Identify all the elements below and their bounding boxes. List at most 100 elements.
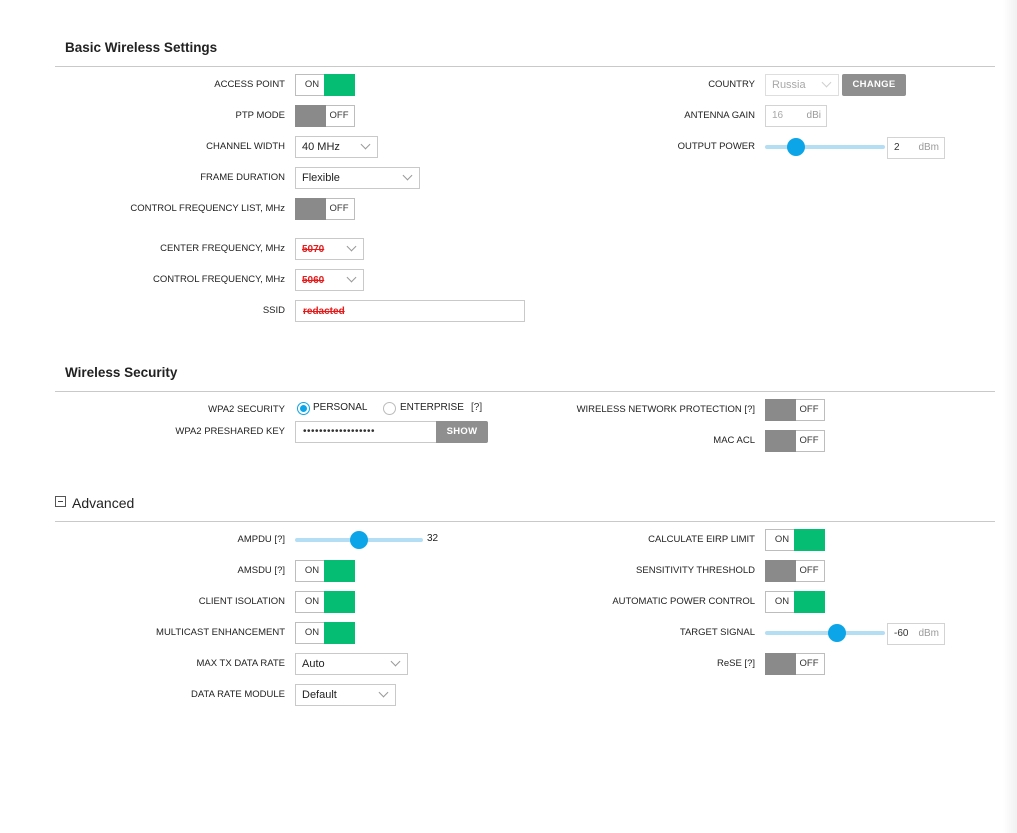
toggle-knob: [765, 653, 796, 675]
wnp-label: WIRELESS NETWORK PROTECTION [?]: [576, 404, 755, 415]
antenna-gain-label: ANTENNA GAIN: [684, 110, 755, 121]
advanced-divider: [55, 521, 995, 522]
collapse-minus-icon[interactable]: [55, 496, 66, 507]
security-divider: [55, 391, 995, 392]
slider-thumb[interactable]: [787, 138, 806, 156]
target-signal-slider[interactable]: [765, 623, 885, 643]
output-power-slider[interactable]: [765, 137, 885, 157]
personal-radio[interactable]: [297, 402, 310, 415]
control-freq-list-toggle[interactable]: OFF: [295, 198, 355, 220]
toggle-knob: [295, 198, 326, 220]
toggle-state-text: ON: [304, 627, 320, 638]
toggle-state-text: OFF: [799, 435, 819, 446]
toggle-knob: [765, 560, 796, 582]
antenna-gain-input: 16 dBi: [765, 105, 827, 127]
center-frequency-label: CENTER FREQUENCY, MHz: [160, 243, 285, 254]
chevron-down-icon: [346, 272, 357, 283]
max-tx-select[interactable]: Auto: [295, 653, 408, 675]
output-power-label: OUTPUT POWER: [677, 141, 755, 152]
ampdu-slider[interactable]: [295, 530, 423, 550]
mac-acl-label: MAC ACL: [713, 435, 755, 446]
enterprise-radio[interactable]: [383, 402, 396, 415]
output-power-unit: dBm: [918, 142, 939, 153]
frame-duration-value: Flexible: [302, 172, 340, 184]
multicast-toggle[interactable]: ON: [295, 622, 355, 644]
wpa2-psk-input[interactable]: ••••••••••••••••••: [295, 421, 437, 443]
apc-label: AUTOMATIC POWER CONTROL: [612, 596, 755, 607]
target-signal-value: -60: [894, 628, 909, 639]
access-point-toggle[interactable]: ON: [295, 74, 355, 96]
ssid-value: redacted: [303, 306, 345, 317]
chevron-down-icon: [402, 170, 413, 181]
multicast-label: MULTICAST ENHANCEMENT: [156, 627, 285, 638]
center-frequency-value: 5070: [302, 244, 325, 255]
target-signal-input[interactable]: -60 dBm: [887, 623, 945, 645]
toggle-knob: [295, 105, 326, 127]
output-power-input[interactable]: 2 dBm: [887, 137, 945, 159]
rese-toggle[interactable]: OFF: [765, 653, 825, 675]
control-frequency-label: CONTROL FREQUENCY, MHz: [153, 274, 285, 285]
country-change-button[interactable]: CHANGE: [842, 74, 906, 96]
right-edge-shadow: [1003, 0, 1017, 833]
chevron-down-icon: [390, 656, 401, 667]
country-label: COUNTRY: [708, 79, 755, 90]
slider-thumb[interactable]: [828, 624, 846, 642]
advanced-title[interactable]: Advanced: [72, 495, 134, 511]
slider-thumb[interactable]: [350, 531, 368, 549]
ptp-mode-label: PTP MODE: [235, 110, 285, 121]
max-tx-label: MAX TX DATA RATE: [196, 658, 285, 669]
toggle-state-text: ON: [774, 596, 790, 607]
antenna-gain-unit: dBi: [806, 110, 821, 121]
toggle-state-text: OFF: [799, 404, 819, 415]
toggle-knob: [794, 529, 825, 551]
wpa2-security-label: WPA2 SECURITY: [208, 404, 285, 415]
channel-width-label: CHANNEL WIDTH: [206, 141, 285, 152]
wpa2-psk-label: WPA2 PRESHARED KEY: [175, 426, 285, 437]
channel-width-select[interactable]: 40 MHz: [295, 136, 378, 158]
wireless-security-title: Wireless Security: [65, 365, 178, 380]
ampdu-label: AMPDU [?]: [237, 534, 285, 545]
mac-acl-toggle[interactable]: OFF: [765, 430, 825, 452]
ptp-mode-toggle[interactable]: OFF: [295, 105, 355, 127]
control-frequency-value: 5060: [302, 275, 325, 286]
sensitivity-toggle[interactable]: OFF: [765, 560, 825, 582]
max-tx-value: Auto: [302, 658, 325, 670]
slider-track: [765, 631, 885, 635]
toggle-knob: [324, 560, 355, 582]
ssid-input[interactable]: redacted: [295, 300, 525, 322]
enterprise-radio-label: ENTERPRISE: [400, 402, 464, 413]
frame-duration-select[interactable]: Flexible: [295, 167, 420, 189]
toggle-knob: [324, 622, 355, 644]
slider-track: [765, 145, 885, 149]
eirp-label: CALCULATE EIRP LIMIT: [648, 534, 755, 545]
apc-toggle[interactable]: ON: [765, 591, 825, 613]
output-power-value: 2: [894, 142, 900, 153]
rese-label: ReSE [?]: [716, 658, 755, 669]
control-freq-list-label: CONTROL FREQUENCY LIST, MHz: [130, 203, 285, 214]
toggle-knob: [765, 430, 796, 452]
target-signal-unit: dBm: [918, 628, 939, 639]
data-rate-module-value: Default: [302, 689, 337, 701]
center-frequency-select[interactable]: 5070: [295, 238, 364, 260]
toggle-state-text: ON: [304, 79, 320, 90]
toggle-knob: [324, 74, 355, 96]
ampdu-value: 32: [427, 533, 439, 544]
show-password-button[interactable]: SHOW: [436, 421, 488, 443]
target-signal-label: TARGET SIGNAL: [679, 627, 755, 638]
chevron-down-icon: [360, 139, 371, 150]
basic-wireless-title: Basic Wireless Settings: [65, 40, 218, 55]
toggle-state-text: OFF: [799, 658, 819, 669]
wnp-toggle[interactable]: OFF: [765, 399, 825, 421]
data-rate-module-select[interactable]: Default: [295, 684, 396, 706]
control-frequency-select[interactable]: 5060: [295, 269, 364, 291]
toggle-state-text: OFF: [329, 110, 349, 121]
client-isolation-toggle[interactable]: ON: [295, 591, 355, 613]
frame-duration-label: FRAME DURATION: [200, 172, 285, 183]
toggle-knob: [794, 591, 825, 613]
wpa2-help-link[interactable]: [?]: [471, 401, 482, 415]
antenna-gain-value: 16: [772, 110, 784, 121]
eirp-toggle[interactable]: ON: [765, 529, 825, 551]
country-select: Russia: [765, 74, 839, 96]
toggle-state-text: OFF: [329, 203, 349, 214]
amsdu-toggle[interactable]: ON: [295, 560, 355, 582]
